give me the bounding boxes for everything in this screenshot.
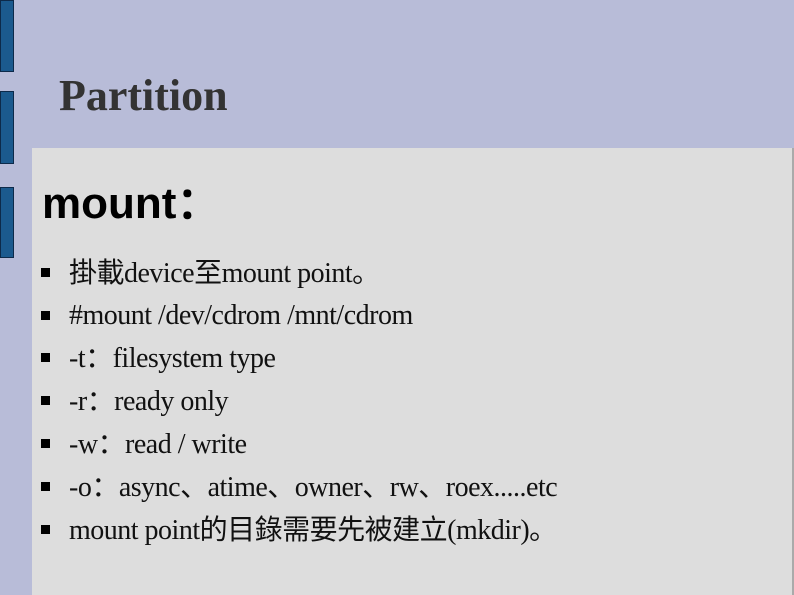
square-bullet-icon [41, 396, 50, 405]
square-bullet-icon [41, 525, 50, 534]
slide-title: Partition [59, 71, 228, 120]
list-item: -r：ready only [32, 380, 557, 423]
square-bullet-icon [41, 353, 50, 362]
decorative-side-bar [0, 187, 14, 258]
list-item: #mount /dev/cdrom /mnt/cdrom [32, 295, 557, 337]
list-item: 掛載device至mount point。 [32, 252, 557, 295]
list-item: -t：filesystem type [32, 337, 557, 380]
list-item-text: -o：async、atime、owner、rw、roex.....etc [69, 472, 558, 503]
square-bullet-icon [41, 439, 50, 448]
list-item-text: -t：filesystem type [69, 343, 276, 374]
list-item-text: mount point的目錄需要先被建立(mkdir)。 [69, 515, 557, 546]
square-bullet-icon [41, 268, 50, 277]
list-item: mount point的目錄需要先被建立(mkdir)。 [32, 509, 557, 552]
square-bullet-icon [41, 482, 50, 491]
list-item-text: 掛載device至mount point。 [69, 258, 380, 289]
bullet-list: 掛載device至mount point。 #mount /dev/cdrom … [32, 252, 558, 552]
list-item-text: -w：read / write [69, 429, 247, 460]
list-item: -w：read / write [32, 423, 557, 466]
content-panel: mount： 掛載device至mount point。 #mount /dev… [32, 148, 794, 595]
list-item-text: -r：ready only [69, 386, 229, 417]
list-item-text: #mount /dev/cdrom /mnt/cdrom [69, 300, 413, 331]
decorative-side-bar [0, 91, 14, 164]
section-heading: mount： [42, 179, 221, 228]
list-item: -o：async、atime、owner、rw、roex.....etc [32, 466, 558, 509]
square-bullet-icon [41, 311, 50, 320]
decorative-side-bar [0, 0, 14, 72]
